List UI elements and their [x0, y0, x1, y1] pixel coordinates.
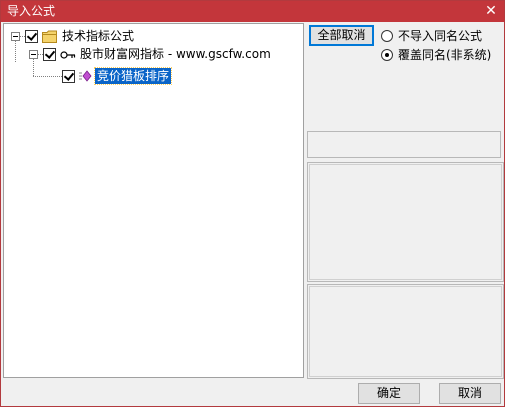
formula-icon — [78, 70, 92, 82]
radio-skip-label: 不导入同名公式 — [398, 29, 483, 43]
group-checkbox[interactable] — [43, 47, 56, 61]
close-button[interactable]: ✕ — [482, 2, 500, 20]
collapse-toggle[interactable] — [11, 31, 20, 41]
deselect-all-button[interactable]: 全部取消 — [309, 25, 374, 46]
folder-icon — [42, 30, 58, 43]
tree-node-label-selected: 竞价猎板排序 — [93, 67, 173, 85]
tree-node-root[interactable]: 技术指标公式 — [11, 27, 134, 45]
collapse-toggle[interactable] — [29, 49, 38, 59]
root-checkbox[interactable] — [25, 29, 38, 43]
tree-node-indicator-group[interactable]: 股市财富网指标 - www.gscfw.com — [29, 45, 271, 63]
cancel-button[interactable]: 取消 — [439, 383, 501, 404]
radio-overwrite-duplicates[interactable]: 覆盖同名(非系统) — [381, 46, 491, 63]
tree-node-label: 技术指标公式 — [62, 29, 135, 43]
tree-node-label: 股市财富网指标 - www.gscfw.com — [80, 47, 271, 61]
ok-button[interactable]: 确定 — [358, 383, 420, 404]
formula-detail-panel — [307, 284, 504, 379]
radio-skip[interactable] — [381, 29, 393, 42]
title-bar[interactable]: 导入公式 ✕ — [1, 1, 504, 22]
formula-checkbox[interactable] — [62, 69, 75, 83]
radio-skip-duplicates[interactable]: 不导入同名公式 — [381, 27, 482, 44]
formula-name-field — [307, 131, 501, 158]
window-title: 导入公式 — [7, 4, 56, 18]
formula-tree[interactable]: 技术指标公式 股市财富网指标 - www.gscfw.com 竞价猎板排序 — [3, 23, 304, 378]
radio-overwrite-label: 覆盖同名(非系统) — [398, 48, 492, 62]
import-formula-dialog: 导入公式 ✕ 技术指标公式 股市财富网指标 - www.gscfw.com 竞价… — [0, 0, 505, 407]
radio-overwrite[interactable] — [381, 48, 393, 61]
key-icon — [60, 49, 76, 59]
formula-description-panel — [307, 162, 504, 282]
tree-node-formula[interactable]: 竞价猎板排序 — [33, 67, 173, 85]
